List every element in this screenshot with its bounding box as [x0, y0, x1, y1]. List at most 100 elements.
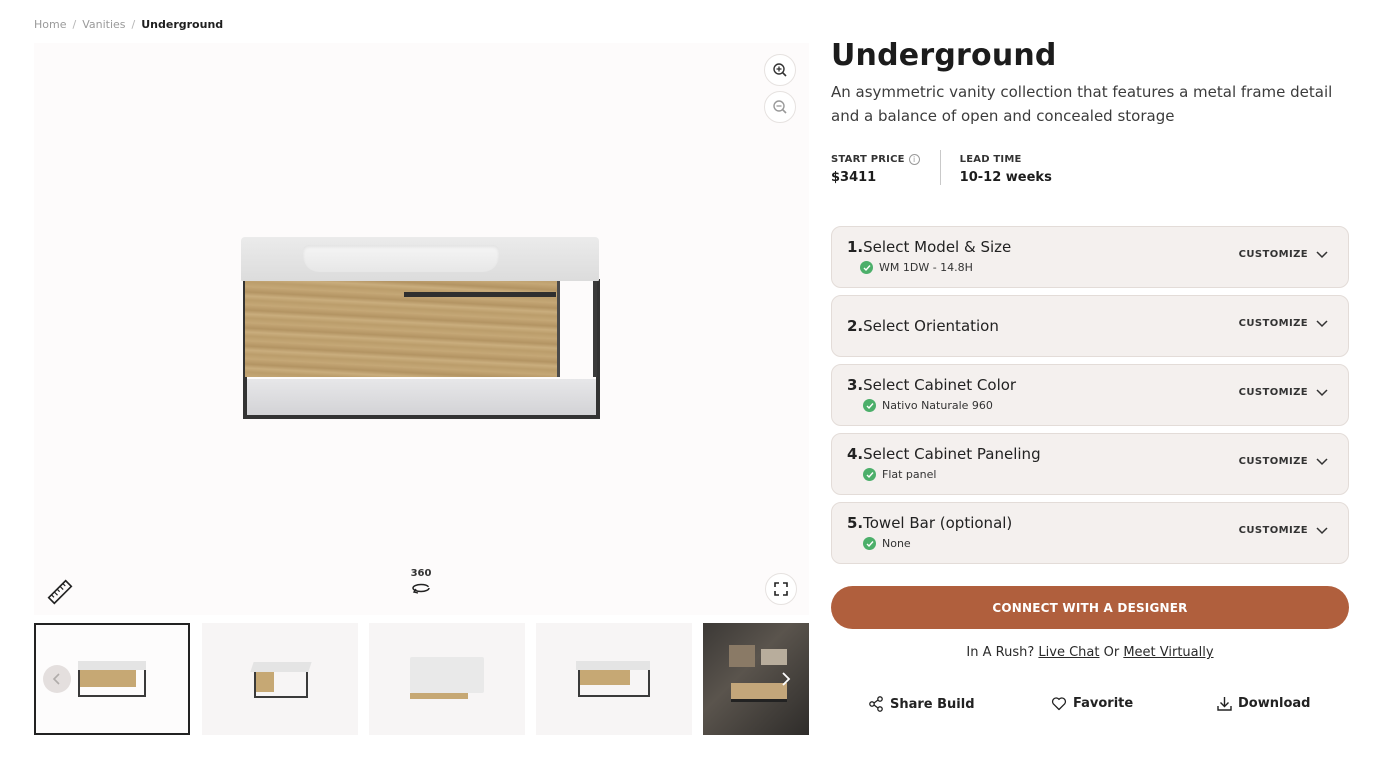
connect-designer-button[interactable]: CONNECT WITH A DESIGNER: [831, 586, 1349, 629]
chevron-down-icon: [1316, 457, 1328, 465]
build-actions: Share Build Favorite Download: [831, 696, 1349, 716]
vanity-render[interactable]: [241, 237, 601, 422]
chevron-down-icon: [1316, 526, 1328, 534]
download-button[interactable]: Download: [1217, 696, 1310, 711]
fullscreen-button[interactable]: [765, 573, 797, 605]
rotate-360-label: 360: [410, 568, 432, 579]
step-title: 5.Towel Bar (optional): [847, 514, 1012, 532]
vanity-shelf: [247, 379, 596, 415]
step-number: 1.: [847, 238, 864, 256]
favorite-button[interactable]: Favorite: [1051, 696, 1133, 711]
step-title: 3.Select Cabinet Color: [847, 376, 1016, 394]
step-title: 1.Select Model & Size: [847, 238, 1011, 256]
thumbnail-next-button[interactable]: [772, 665, 800, 693]
live-chat-link[interactable]: Live Chat: [1038, 645, 1099, 660]
download-label: Download: [1238, 696, 1311, 711]
thumbnail-strip: [34, 623, 809, 735]
step-selection: Nativo Naturale 960: [863, 399, 993, 412]
step-selection: WM 1DW - 14.8H: [860, 261, 973, 274]
step-selection-text: WM 1DW - 14.8H: [879, 261, 973, 274]
step-number: 5.: [847, 514, 864, 532]
check-icon: [863, 537, 876, 550]
step-number: 3.: [847, 376, 864, 394]
thumbnail-dimensions[interactable]: [536, 623, 692, 735]
customize-button[interactable]: CUSTOMIZE: [1239, 456, 1328, 467]
vanity-basin: [303, 245, 499, 272]
customize-button[interactable]: CUSTOMIZE: [1239, 525, 1328, 536]
breadcrumb-separator: /: [131, 18, 136, 31]
customize-label: CUSTOMIZE: [1238, 387, 1308, 398]
chevron-down-icon: [1316, 388, 1328, 396]
step-selection-text: None: [882, 537, 911, 550]
zoom-out-button[interactable]: [764, 91, 796, 123]
breadcrumb-home[interactable]: Home: [34, 18, 66, 31]
check-icon: [863, 399, 876, 412]
check-icon: [860, 261, 873, 274]
download-icon: [1217, 697, 1232, 711]
vanity-handle: [404, 292, 556, 297]
share-build-button[interactable]: Share Build: [868, 696, 975, 712]
step-selection-text: Nativo Naturale 960: [882, 399, 993, 412]
chevron-down-icon: [1316, 319, 1328, 327]
step-cabinet-paneling[interactable]: 4.Select Cabinet Paneling Flat panel CUS…: [831, 433, 1349, 495]
zoom-in-button[interactable]: [764, 54, 796, 86]
chevron-down-icon: [1316, 250, 1328, 258]
customize-button[interactable]: CUSTOMIZE: [1239, 318, 1328, 329]
rush-prefix: In A Rush?: [966, 645, 1035, 660]
customize-button[interactable]: CUSTOMIZE: [1239, 249, 1328, 260]
info-icon[interactable]: i: [908, 153, 920, 165]
customize-button[interactable]: CUSTOMIZE: [1239, 387, 1328, 398]
breadcrumb-vanities[interactable]: Vanities: [82, 18, 125, 31]
step-model-size[interactable]: 1.Select Model & Size WM 1DW - 14.8H CUS…: [831, 226, 1349, 288]
thumbnail-angle[interactable]: [202, 623, 358, 735]
thumbnail-prev-button[interactable]: [43, 665, 71, 693]
lead-time-label: LEAD TIME: [959, 153, 1022, 165]
thumbnail-vanity-front: [78, 661, 146, 697]
thumbnail-vanity-angle: [250, 658, 312, 700]
rush-options: In A Rush? Live Chat Or Meet Virtually: [831, 645, 1349, 660]
start-price-label-text: START PRICE: [831, 153, 905, 165]
breadcrumb: Home / Vanities / Underground: [34, 18, 223, 31]
rotate-360-button[interactable]: 360: [404, 568, 438, 594]
lead-time-value: 10-12 weeks: [959, 170, 1052, 185]
customize-label: CUSTOMIZE: [1238, 456, 1308, 467]
step-selection-text: Flat panel: [882, 468, 937, 481]
step-title-text: Select Cabinet Color: [863, 376, 1017, 394]
start-price-value: $3411: [831, 170, 877, 185]
step-selection: Flat panel: [863, 468, 936, 481]
rush-or: Or: [1103, 645, 1120, 660]
heart-icon: [1051, 697, 1067, 711]
step-title: 2.Select Orientation: [847, 317, 999, 335]
start-price-label: START PRICE i: [831, 150, 920, 168]
check-icon: [863, 468, 876, 481]
breadcrumb-current: Underground: [141, 18, 224, 31]
product-viewer[interactable]: 360: [34, 43, 809, 615]
step-orientation[interactable]: 2.Select Orientation CUSTOMIZE: [831, 295, 1349, 357]
vanity-drawer-edge: [557, 281, 560, 377]
product-meta: START PRICE i $3411 LEAD TIME 10-12 week…: [831, 150, 1072, 185]
step-title-text: Select Model & Size: [863, 238, 1012, 256]
product-title: Underground: [831, 38, 1057, 73]
step-number: 4.: [847, 445, 864, 463]
step-cabinet-color[interactable]: 3.Select Cabinet Color Nativo Naturale 9…: [831, 364, 1349, 426]
product-description: An asymmetric vanity collection that fea…: [831, 83, 1333, 125]
chevron-right-icon: [782, 672, 791, 686]
step-title-text: Towel Bar (optional): [863, 514, 1013, 532]
step-number: 2.: [847, 317, 864, 335]
thumbnail-top[interactable]: [369, 623, 525, 735]
zoom-in-icon: [773, 63, 787, 77]
step-towel-bar[interactable]: 5.Towel Bar (optional) None CUSTOMIZE: [831, 502, 1349, 564]
share-icon: [869, 696, 883, 712]
step-title-text: Select Orientation: [863, 317, 999, 335]
breadcrumb-separator: /: [72, 18, 77, 31]
thumbnail-vanity-dimensions: [576, 659, 652, 699]
step-selection: None: [863, 537, 911, 550]
dimensions-button[interactable]: [46, 578, 74, 606]
start-price-block: START PRICE i $3411: [831, 150, 940, 185]
step-title: 4.Select Cabinet Paneling: [847, 445, 1041, 463]
zoom-out-icon: [773, 100, 787, 114]
step-title-text: Select Cabinet Paneling: [863, 445, 1041, 463]
customize-label: CUSTOMIZE: [1238, 249, 1308, 260]
customize-label: CUSTOMIZE: [1238, 525, 1308, 536]
meet-virtually-link[interactable]: Meet Virtually: [1123, 645, 1213, 660]
